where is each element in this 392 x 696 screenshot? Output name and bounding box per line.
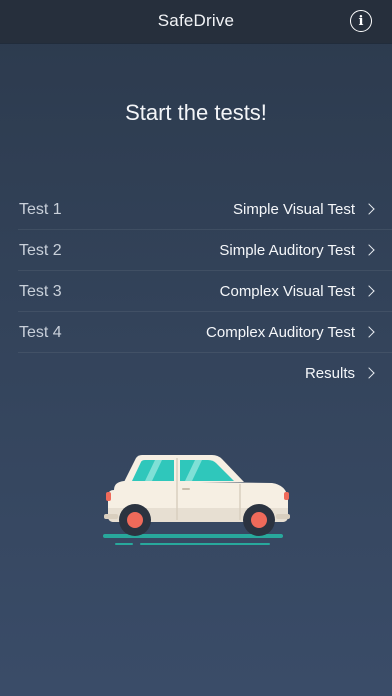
menu-row-label: Test 2: [19, 241, 62, 259]
chevron-right-icon: [363, 366, 375, 379]
menu-row-value: Complex Visual Test: [219, 283, 355, 300]
door-handle: [182, 488, 190, 490]
car-illustration: [103, 455, 290, 545]
menu-row-label: Test 1: [19, 200, 62, 218]
car-wheel-front-hub: [251, 512, 267, 528]
menu-row-test-3[interactable]: Test 3 Complex Visual Test: [0, 271, 392, 312]
menu-row-test-2[interactable]: Test 2 Simple Auditory Test: [0, 230, 392, 271]
car-wheel-rear-hub: [127, 512, 143, 528]
chevron-right-icon: [363, 325, 375, 338]
car-taillight: [106, 492, 111, 501]
test-menu: Test 1 Simple Visual Test Test 2 Simple …: [0, 189, 392, 394]
menu-row-value: Complex Auditory Test: [206, 324, 355, 341]
info-button[interactable]: i: [350, 10, 372, 32]
ground-dash: [140, 543, 270, 545]
menu-row-test-4[interactable]: Test 4 Complex Auditory Test: [0, 312, 392, 353]
menu-row-value: Results: [304, 365, 355, 382]
menu-row-results[interactable]: Results: [0, 353, 392, 394]
ground-dash: [115, 543, 133, 545]
car-bumper: [276, 514, 290, 519]
page-headline: Start the tests!: [125, 100, 267, 125]
car-headlight: [284, 492, 289, 500]
menu-row-label: Test 4: [19, 323, 62, 341]
app-title: SafeDrive: [157, 11, 235, 30]
nav-bar: SafeDrive i: [0, 0, 392, 43]
chevron-right-icon: [363, 284, 375, 297]
menu-row-label: Test 3: [19, 282, 62, 300]
menu-row-value: Simple Visual Test: [232, 201, 355, 218]
car-bumper: [104, 514, 118, 519]
chevron-right-icon: [363, 202, 375, 215]
info-icon: i: [358, 13, 364, 29]
menu-row-test-1[interactable]: Test 1 Simple Visual Test: [0, 189, 392, 230]
chevron-right-icon: [363, 243, 375, 256]
menu-row-value: Simple Auditory Test: [219, 242, 355, 259]
